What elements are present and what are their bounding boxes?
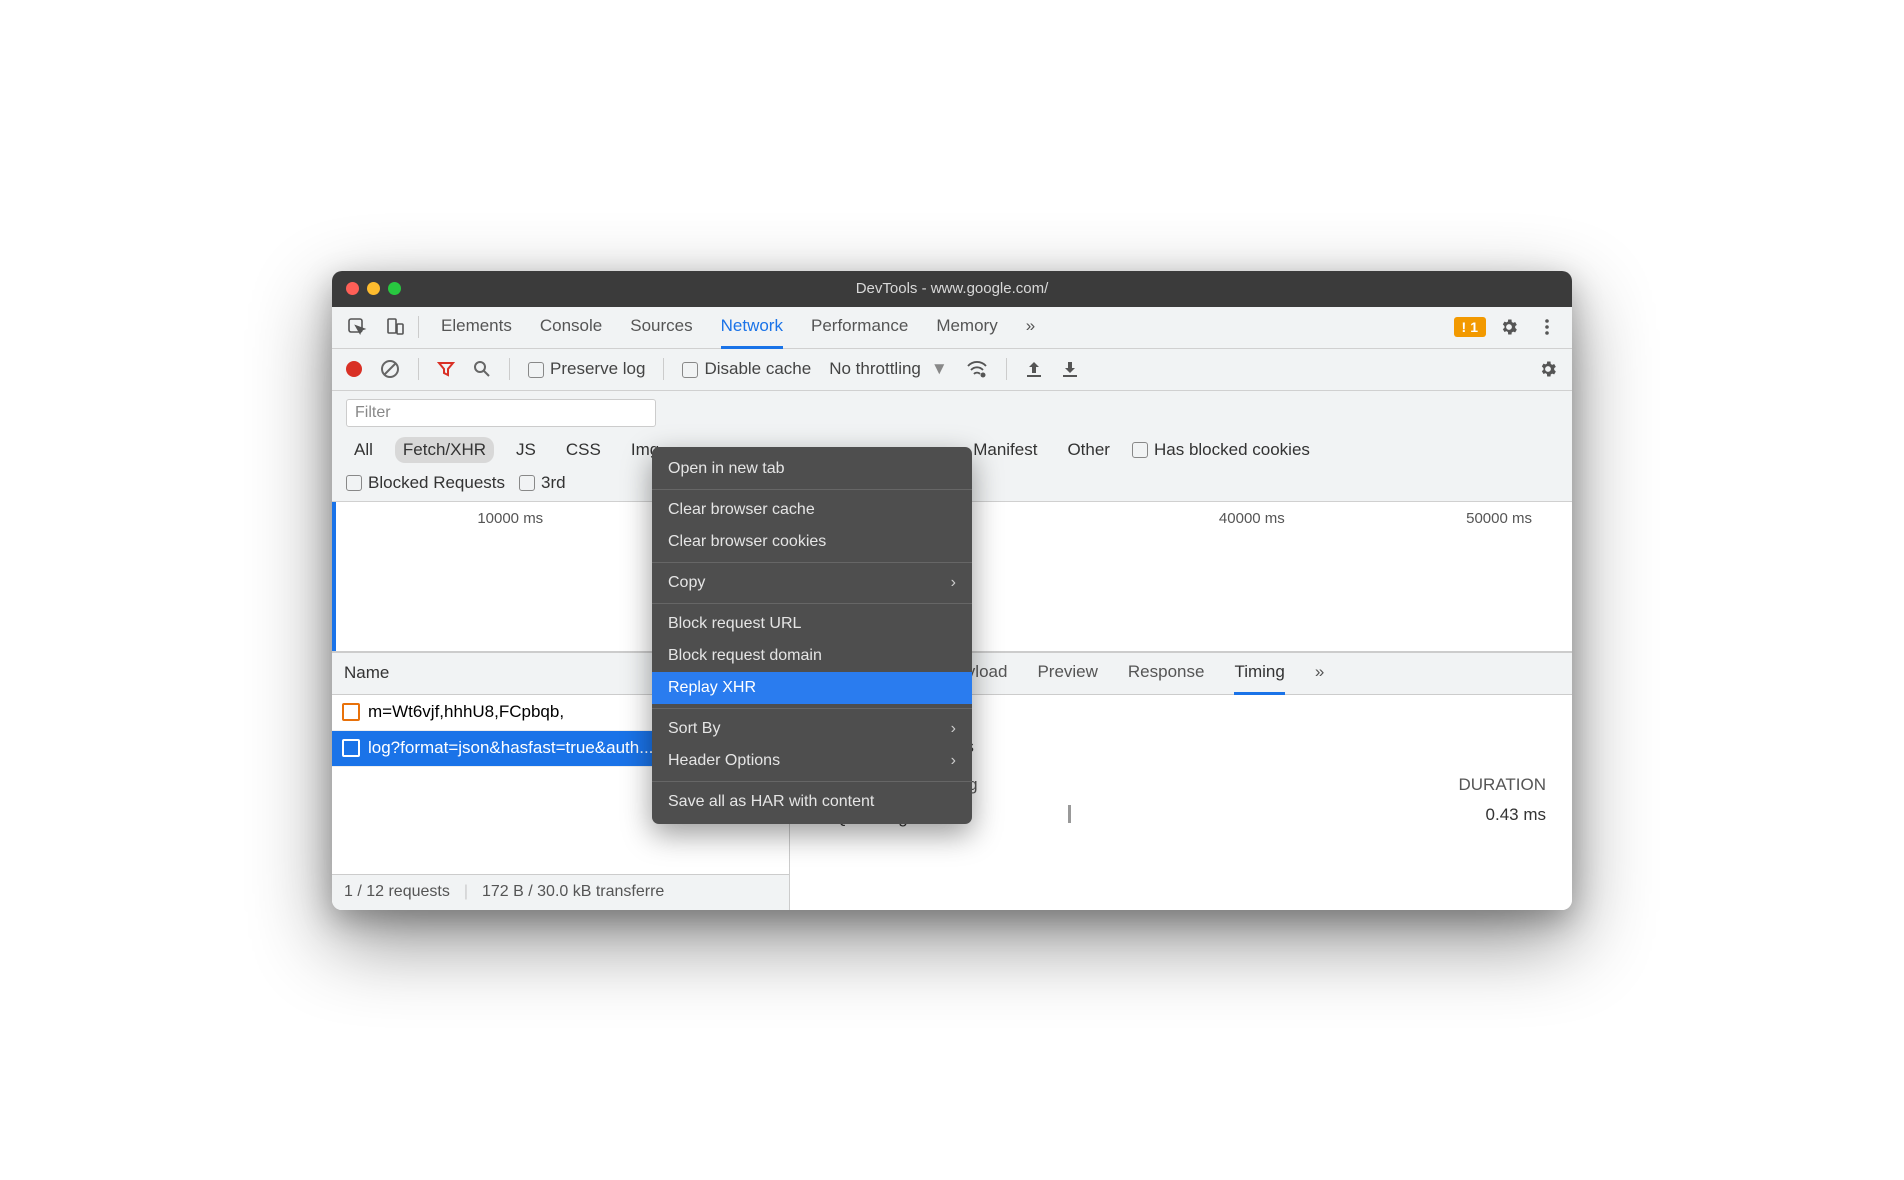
- resource-type-icon: [342, 739, 360, 757]
- filter-type-js[interactable]: JS: [508, 437, 544, 463]
- tab-console[interactable]: Console: [540, 306, 602, 349]
- menu-separator: [652, 708, 972, 709]
- request-name: log?format=json&hasfast=true&auth...: [368, 738, 653, 758]
- kebab-menu-icon[interactable]: [1532, 312, 1562, 342]
- filter-type-fetchxhr[interactable]: Fetch/XHR: [395, 437, 494, 463]
- filter-icon[interactable]: [437, 360, 455, 378]
- resource-type-icon: [342, 703, 360, 721]
- duration-header: DURATION: [1458, 775, 1546, 795]
- menu-separator: [652, 603, 972, 604]
- filter-type-manifest[interactable]: Manifest: [965, 437, 1045, 463]
- caret-down-icon: ▼: [931, 359, 948, 379]
- menu-block-request-domain[interactable]: Block request domain: [652, 640, 972, 672]
- third-party-checkbox[interactable]: 3rd: [519, 473, 566, 493]
- menu-sort-by[interactable]: Sort By›: [652, 713, 972, 745]
- filter-type-all[interactable]: All: [346, 437, 381, 463]
- tab-more-icon[interactable]: »: [1026, 306, 1035, 349]
- menu-copy[interactable]: Copy›: [652, 567, 972, 599]
- menu-header-options[interactable]: Header Options›: [652, 745, 972, 777]
- network-toolbar: Preserve log Disable cache No throttling…: [332, 349, 1572, 391]
- queueing-duration: 0.43 ms: [1486, 805, 1546, 828]
- menu-block-request-url[interactable]: Block request URL: [652, 608, 972, 640]
- throttling-select[interactable]: No throttling ▼: [829, 359, 948, 379]
- separator: [663, 358, 664, 380]
- network-conditions-icon[interactable]: [966, 360, 988, 378]
- separator: [418, 358, 419, 380]
- tab-network[interactable]: Network: [721, 306, 783, 349]
- menu-open-in-new-tab[interactable]: Open in new tab: [652, 453, 972, 485]
- tab-elements[interactable]: Elements: [441, 306, 512, 349]
- window-titlebar: DevTools - www.google.com/: [332, 271, 1572, 307]
- tab-sources[interactable]: Sources: [630, 306, 692, 349]
- device-toolbar-icon[interactable]: [380, 312, 410, 342]
- request-count: 1 / 12 requests: [344, 883, 450, 901]
- tab-response[interactable]: Response: [1128, 652, 1205, 695]
- context-menu: Open in new tab Clear browser cache Clea…: [652, 447, 972, 824]
- filter-type-other[interactable]: Other: [1059, 437, 1118, 463]
- network-settings-gear-icon[interactable]: [1538, 359, 1558, 379]
- menu-clear-browser-cache[interactable]: Clear browser cache: [652, 494, 972, 526]
- window-title: DevTools - www.google.com/: [332, 280, 1572, 297]
- menu-separator: [652, 489, 972, 490]
- request-name: m=Wt6vjf,hhhU8,FCpbqb,: [368, 702, 564, 722]
- separator: [509, 358, 510, 380]
- menu-separator: [652, 562, 972, 563]
- warnings-badge[interactable]: 1: [1454, 317, 1486, 337]
- devtools-tabbar: Elements Console Sources Network Perform…: [332, 307, 1572, 349]
- has-blocked-cookies-checkbox[interactable]: Has blocked cookies: [1132, 440, 1310, 460]
- devtools-window: DevTools - www.google.com/ Elements Cons…: [332, 271, 1572, 910]
- chevron-right-icon: ›: [951, 752, 956, 770]
- clear-icon[interactable]: [380, 359, 400, 379]
- timeline-tick: 40000 ms: [1078, 510, 1325, 651]
- blocked-requests-checkbox[interactable]: Blocked Requests: [346, 473, 505, 493]
- filter-input[interactable]: Filter: [346, 399, 656, 427]
- upload-har-icon[interactable]: [1025, 360, 1043, 378]
- chevron-right-icon: ›: [951, 720, 956, 738]
- menu-save-all-har[interactable]: Save all as HAR with content: [652, 786, 972, 818]
- tab-more-icon[interactable]: »: [1315, 652, 1324, 695]
- menu-separator: [652, 781, 972, 782]
- menu-clear-browser-cookies[interactable]: Clear browser cookies: [652, 526, 972, 558]
- download-har-icon[interactable]: [1061, 360, 1079, 378]
- timeline-tick: 10000 ms: [336, 510, 583, 651]
- timeline-tick: 50000 ms: [1325, 510, 1572, 651]
- separator: [418, 316, 419, 338]
- transferred-size: 172 B / 30.0 kB transferre: [482, 883, 664, 901]
- disable-cache-checkbox[interactable]: Disable cache: [682, 359, 811, 379]
- request-status-bar: 1 / 12 requests | 172 B / 30.0 kB transf…: [332, 874, 789, 910]
- preserve-log-checkbox[interactable]: Preserve log: [528, 359, 645, 379]
- tab-preview[interactable]: Preview: [1037, 652, 1097, 695]
- tab-performance[interactable]: Performance: [811, 306, 908, 349]
- panel-tabs: Elements Console Sources Network Perform…: [441, 306, 1446, 349]
- separator: [1006, 358, 1007, 380]
- inspect-element-icon[interactable]: [342, 312, 372, 342]
- tab-timing[interactable]: Timing: [1234, 652, 1284, 695]
- search-icon[interactable]: [473, 360, 491, 378]
- menu-replay-xhr[interactable]: Replay XHR: [652, 672, 972, 704]
- settings-gear-icon[interactable]: [1494, 312, 1524, 342]
- tab-memory[interactable]: Memory: [936, 306, 997, 349]
- timing-bar-icon: [1068, 805, 1071, 823]
- chevron-right-icon: ›: [951, 574, 956, 592]
- record-button[interactable]: [346, 361, 362, 377]
- filter-type-css[interactable]: CSS: [558, 437, 609, 463]
